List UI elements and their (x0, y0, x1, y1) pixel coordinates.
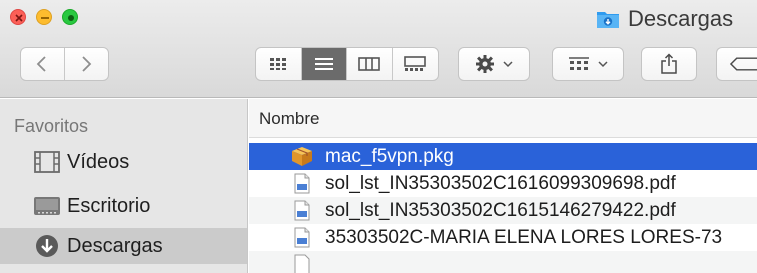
navigation-buttons (20, 47, 109, 81)
action-menu-content (459, 48, 529, 80)
file-list: Nombre mac_f5vpn.pkg sol_lst_IN35303502C… (249, 99, 757, 273)
icon-view-icon (270, 58, 287, 70)
sidebar-item-videos[interactable]: Vídeos (0, 144, 247, 180)
sidebar-item-label: Escritorio (67, 195, 151, 217)
close-window-button[interactable] (10, 9, 26, 25)
forward-button[interactable] (65, 48, 109, 80)
gallery-view-icon (404, 56, 427, 71)
film-icon (33, 150, 61, 174)
window-title: Descargas (596, 6, 733, 32)
sidebar-item-desktop[interactable]: Escritorio (0, 188, 247, 224)
file-name: sol_lst_IN35303502C1615146279422.pdf (325, 200, 676, 221)
tags-button[interactable] (716, 47, 757, 81)
pdf-icon (291, 227, 313, 248)
pdf-icon (291, 254, 313, 273)
share-button[interactable] (641, 47, 697, 81)
gear-icon (476, 55, 494, 73)
file-row[interactable] (249, 251, 757, 273)
window-title-text: Descargas (628, 6, 734, 31)
column-header-label: Nombre (259, 109, 320, 128)
tags-content (717, 48, 757, 80)
pdf-icon (291, 200, 313, 221)
column-view-button[interactable] (347, 48, 393, 80)
sidebar-item-label: Descargas (67, 235, 163, 257)
column-header-name[interactable]: Nombre (249, 99, 757, 138)
zoom-window-button[interactable] (62, 9, 78, 25)
package-icon (291, 146, 313, 167)
share-content (642, 48, 696, 80)
chevron-right-icon (82, 56, 92, 72)
file-name: sol_lst_IN35303502C1616099309698.pdf (325, 173, 676, 194)
share-icon (661, 53, 677, 74)
minimize-window-button[interactable] (36, 9, 52, 25)
zoom-icon (68, 15, 74, 21)
icon-view-button[interactable] (256, 48, 302, 80)
minimize-icon (41, 17, 49, 19)
back-button[interactable] (21, 48, 65, 80)
sidebar-item-label: Vídeos (67, 151, 130, 173)
file-row[interactable]: sol_lst_IN35303502C1616099309698.pdf (249, 170, 757, 197)
tag-icon (729, 57, 757, 71)
group-by-content (553, 48, 623, 80)
file-row[interactable]: mac_f5vpn.pkg (249, 143, 757, 170)
file-row[interactable]: 35303502C-MARIA ELENA LORES LORES-73 (249, 224, 757, 251)
desktop-icon (33, 194, 61, 218)
chevron-down-icon (598, 61, 608, 68)
sidebar-item-downloads[interactable]: Descargas (0, 228, 247, 264)
view-mode-control (255, 47, 439, 81)
window-toolbar: Descargas (0, 0, 757, 98)
file-row[interactable]: sol_lst_IN35303502C1615146279422.pdf (249, 197, 757, 224)
action-menu-button[interactable] (458, 47, 530, 81)
pdf-icon (291, 173, 313, 194)
chevron-down-icon (503, 61, 513, 68)
file-name: 35303502C-MARIA ELENA LORES LORES-73 (325, 227, 723, 248)
close-icon (15, 14, 23, 22)
column-view-icon (358, 57, 381, 71)
file-name: mac_f5vpn.pkg (325, 146, 454, 167)
sidebar: Favoritos Vídeos Escritorio Descargas (0, 99, 248, 273)
sidebar-heading-favorites: Favoritos (14, 116, 89, 136)
list-view-icon (314, 58, 333, 70)
downloads-folder-icon (596, 9, 620, 29)
download-circle-icon (33, 234, 61, 258)
list-view-button[interactable] (301, 48, 347, 80)
group-by-icon (569, 57, 589, 70)
group-by-button[interactable] (552, 47, 624, 81)
gallery-view-button[interactable] (393, 48, 438, 80)
chevron-left-icon (36, 56, 46, 72)
